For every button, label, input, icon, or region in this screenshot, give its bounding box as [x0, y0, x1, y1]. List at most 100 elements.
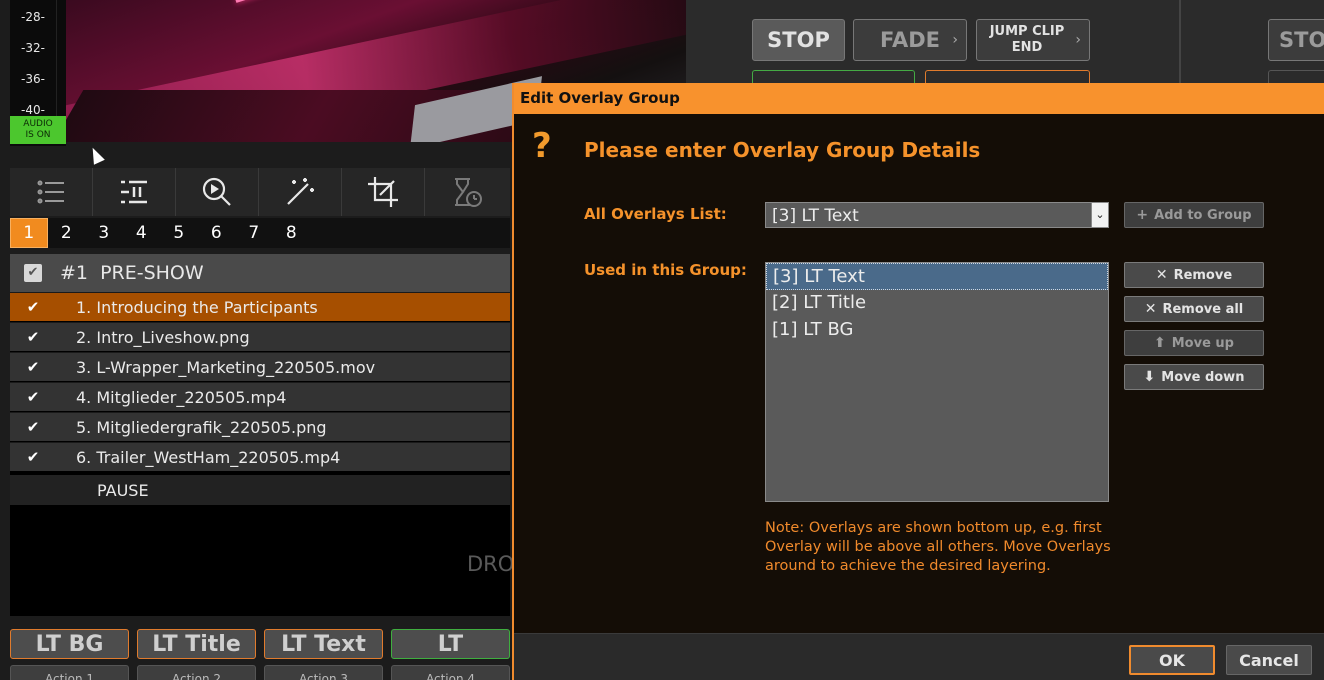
fade-button-label: FADE	[880, 28, 940, 52]
list-item[interactable]: ✔ 6. Trailer_WestHam_220505.mp4	[10, 442, 510, 471]
ok-button[interactable]: OK	[1129, 645, 1215, 675]
overlay-lt-text-button[interactable]: LT Text	[264, 629, 383, 659]
group-number: #1	[60, 262, 89, 284]
list-item[interactable]: ✔ 2. Intro_Liveshow.png	[10, 322, 510, 351]
checkmark-icon: ✔	[26, 298, 40, 316]
add-to-group-button[interactable]: + Add to Group	[1124, 202, 1264, 228]
plus-icon: +	[1136, 207, 1149, 223]
dialog-heading: Please enter Overlay Group Details	[584, 138, 981, 162]
cancel-button[interactable]: Cancel	[1226, 645, 1312, 675]
layering-note: Note: Overlays are shown bottom up, e.g.…	[765, 520, 1111, 574]
checkmark-icon: ✔	[26, 328, 40, 346]
tab-page-3[interactable]: 3	[85, 218, 123, 248]
checkmark-icon: ✔	[26, 448, 40, 466]
transport-panel: STOP FADE › JUMP CLIP END › STO	[686, 0, 1324, 84]
mouse-cursor-icon	[87, 145, 105, 165]
stop-button[interactable]: STOP	[752, 19, 845, 61]
tab-page-1[interactable]: 1	[10, 218, 48, 248]
jump-clip-end-button[interactable]: JUMP CLIP END ›	[976, 19, 1090, 61]
edit-overlay-group-dialog: Edit Overlay Group ? Please enter Overla…	[512, 83, 1324, 680]
checkmark-icon: ✔	[26, 358, 40, 376]
list-item-label: 5. Mitgliedergrafik_220505.png	[76, 417, 327, 437]
playlist-toolbar	[10, 168, 510, 216]
overlay-lt-bg-button[interactable]: LT BG	[10, 629, 129, 659]
tab-page-7[interactable]: 7	[235, 218, 273, 248]
cue-button-edge[interactable]	[925, 70, 1090, 84]
playlist-group-header[interactable]: ✔ #1 PRE-SHOW	[10, 254, 510, 292]
pause-list-button[interactable]	[93, 168, 176, 216]
checkmark-icon: ✔	[26, 388, 40, 406]
jump-button-line2: END	[1011, 40, 1043, 55]
audio-status-badge[interactable]: AUDIO IS ON	[10, 116, 66, 144]
dialog-footer: OK Cancel	[514, 633, 1324, 680]
list-item[interactable]: ✔ 1. Introducing the Participants	[10, 292, 510, 321]
meter-level-label: -40-	[21, 103, 45, 117]
chevron-right-icon: ›	[1075, 32, 1081, 48]
group-name: PRE-SHOW	[100, 262, 204, 284]
move-up-label: Move up	[1171, 335, 1234, 351]
meter-bar	[56, 0, 66, 116]
action-2-button[interactable]: Action 2	[137, 665, 256, 680]
action-1-button[interactable]: Action 1	[10, 665, 129, 680]
move-down-label: Move down	[1161, 369, 1245, 385]
tab-page-2[interactable]: 2	[48, 218, 86, 248]
list-item[interactable]: [3] LT Text	[766, 263, 1108, 290]
question-icon: ?	[532, 126, 552, 166]
tab-page-8[interactable]: 8	[273, 218, 311, 248]
magic-wand-icon	[287, 178, 314, 205]
tab-page-6[interactable]: 6	[198, 218, 236, 248]
overlay-lt-title-button[interactable]: LT Title	[137, 629, 256, 659]
list-item-label: 6. Trailer_WestHam_220505.mp4	[76, 447, 341, 467]
remove-all-label: Remove all	[1162, 301, 1244, 317]
pause-item[interactable]: PAUSE	[10, 475, 510, 505]
arrow-down-icon: ⬇	[1143, 369, 1156, 385]
action-4-button[interactable]: Action 4	[391, 665, 510, 680]
drop-hint-text: DRO	[467, 552, 515, 576]
meter-level-label: -36-	[21, 72, 45, 86]
all-overlays-select[interactable]: [3] LT Text ⌄	[765, 202, 1109, 228]
jump-button-line1: JUMP CLIP	[989, 24, 1065, 39]
tab-page-4[interactable]: 4	[123, 218, 161, 248]
meter-level-label: -28-	[21, 10, 45, 24]
preview-search-button[interactable]	[176, 168, 259, 216]
timer-button[interactable]	[425, 168, 508, 216]
audio-status-line1: AUDIO	[23, 119, 53, 129]
list-view-button[interactable]	[10, 168, 93, 216]
play-button-edge[interactable]	[752, 70, 915, 84]
preview-search-icon	[202, 177, 231, 206]
list-icon	[37, 180, 64, 204]
list-item-label: 1. Introducing the Participants	[76, 297, 318, 317]
group-checkbox[interactable]: ✔	[24, 264, 42, 282]
effects-button[interactable]	[259, 168, 342, 216]
list-item[interactable]: ✔ 4. Mitglieder_220505.mp4	[10, 382, 510, 411]
app-window: -28- -32- -36- -40- AUDIO IS ON STOP FAD…	[0, 0, 1324, 680]
crop-icon	[368, 177, 398, 207]
timer-icon	[454, 178, 482, 207]
list-item[interactable]: [1] LT BG	[766, 317, 1108, 344]
action-3-button[interactable]: Action 3	[264, 665, 383, 680]
used-overlays-list[interactable]: [3] LT Text [2] LT Title [1] LT BG	[765, 262, 1109, 502]
stop-button-secondary[interactable]: STO	[1268, 19, 1324, 61]
move-up-button[interactable]: ⬆ Move up	[1124, 330, 1264, 356]
checkmark-icon: ✔	[26, 418, 40, 436]
group-title: #1 PRE-SHOW	[60, 262, 204, 284]
playlist: ✔ #1 PRE-SHOW ✔ 1. Introducing the Parti…	[10, 254, 514, 616]
remove-button[interactable]: ✕ Remove	[1124, 262, 1264, 288]
crop-button[interactable]	[342, 168, 425, 216]
list-item[interactable]: ✔ 5. Mitgliedergrafik_220505.png	[10, 412, 510, 441]
remove-all-button[interactable]: ✕ Remove all	[1124, 296, 1264, 322]
audio-status-line2: IS ON	[25, 130, 51, 140]
list-item-label: 4. Mitglieder_220505.mp4	[76, 387, 287, 407]
overlay-lt-group-button[interactable]: LT	[391, 629, 510, 659]
fade-button[interactable]: FADE ›	[853, 19, 967, 61]
move-down-button[interactable]: ⬇ Move down	[1124, 364, 1264, 390]
list-item[interactable]: ✔ 3. L-Wrapper_Marketing_220505.mov	[10, 352, 510, 381]
list-item[interactable]: [2] LT Title	[766, 290, 1108, 317]
list-item-label: 2. Intro_Liveshow.png	[76, 327, 250, 347]
tab-page-5[interactable]: 5	[160, 218, 198, 248]
secondary-button-edge[interactable]	[1268, 70, 1324, 84]
dialog-title[interactable]: Edit Overlay Group	[514, 83, 1324, 114]
chevron-down-icon[interactable]: ⌄	[1091, 203, 1108, 227]
all-overlays-label: All Overlays List:	[584, 205, 727, 223]
panel-divider	[1179, 0, 1181, 84]
